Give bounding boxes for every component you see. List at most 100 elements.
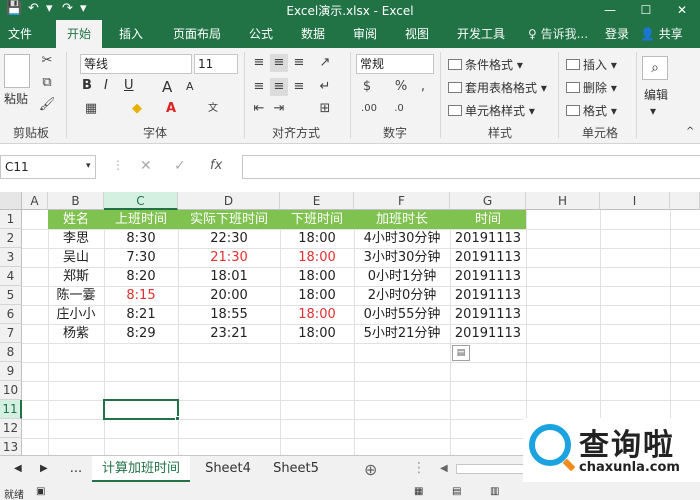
font-color-icon[interactable]: A — [162, 100, 180, 118]
share-button[interactable]: 👤 共享 — [640, 20, 683, 48]
table-header-cell[interactable]: 时间 — [450, 210, 526, 229]
cut-icon[interactable]: ✂ — [38, 52, 56, 70]
column-header-i[interactable]: I — [600, 192, 670, 210]
close-button[interactable]: ✕ — [664, 0, 700, 20]
tab-data[interactable]: 数据 — [292, 20, 334, 48]
tab-review[interactable]: 审阅 — [344, 20, 386, 48]
table-cell[interactable]: 18:55 — [178, 305, 280, 324]
table-cell[interactable]: 8:20 — [104, 267, 178, 286]
sheet-tab-sheet5[interactable]: Sheet5 — [264, 456, 328, 482]
add-sheet-icon[interactable]: ⊕ — [364, 460, 377, 479]
table-cell[interactable]: 郑斯 — [48, 267, 104, 286]
name-box-dropdown-icon[interactable]: ▾ — [86, 161, 91, 171]
tab-view[interactable]: 视图 — [396, 20, 438, 48]
normal-view-icon[interactable]: ▦ — [414, 486, 423, 497]
table-cell[interactable]: 20191113 — [450, 305, 526, 324]
column-header-h[interactable]: H — [526, 192, 600, 210]
column-header-b[interactable]: B — [48, 192, 104, 210]
column-header-d[interactable]: D — [178, 192, 280, 210]
macro-record-icon[interactable]: ▣ — [36, 486, 45, 497]
insert-cells-button[interactable]: 插入 ▾ — [566, 56, 617, 73]
table-header-cell[interactable]: 上班时间 — [104, 210, 178, 229]
copy-icon[interactable]: ⧉ — [38, 74, 56, 92]
table-cell[interactable]: 20191113 — [450, 286, 526, 305]
formula-input[interactable] — [242, 155, 700, 179]
table-cell[interactable]: 18:00 — [280, 324, 354, 343]
table-cell[interactable]: 18:00 — [280, 267, 354, 286]
table-cell[interactable]: 吴山 — [48, 248, 104, 267]
increase-font-icon[interactable]: A — [162, 78, 172, 96]
tab-page-layout[interactable]: 页面布局 — [164, 20, 230, 48]
conditional-format-button[interactable]: 条件格式 ▾ — [448, 56, 523, 73]
table-header-cell[interactable]: 加班时长 — [354, 210, 450, 229]
tab-formulas[interactable]: 公式 — [240, 20, 282, 48]
decrease-decimal-icon[interactable]: .0 — [390, 100, 408, 118]
row-header[interactable]: 7 — [0, 324, 22, 343]
next-sheet-icon[interactable]: ▶ — [40, 463, 48, 474]
name-box[interactable]: C11 — [0, 155, 96, 179]
table-cell[interactable]: 20191113 — [450, 324, 526, 343]
table-cell[interactable]: 陈一霎 — [48, 286, 104, 305]
row-header[interactable]: 10 — [0, 381, 22, 400]
align-top-icon[interactable]: ≡ — [250, 54, 268, 72]
sheet-tab-overtime[interactable]: 计算加班时间 — [92, 456, 190, 482]
tab-home[interactable]: 开始 — [56, 20, 102, 48]
scroll-left-icon[interactable]: ◀ — [440, 463, 448, 474]
delete-cells-button[interactable]: 删除 ▾ — [566, 79, 617, 96]
table-cell[interactable]: 18:00 — [280, 229, 354, 248]
page-break-view-icon[interactable]: ▥ — [490, 486, 499, 497]
border-icon[interactable]: ▦ — [82, 100, 100, 118]
paste-label[interactable]: 粘贴 — [4, 90, 28, 107]
table-cell[interactable]: 20191113 — [450, 267, 526, 286]
table-cell[interactable]: 18:00 — [280, 248, 354, 267]
tab-developer[interactable]: 开发工具 — [448, 20, 514, 48]
active-cell-selection[interactable] — [103, 399, 179, 420]
table-cell[interactable]: 李思 — [48, 229, 104, 248]
currency-icon[interactable]: $ — [358, 78, 376, 96]
column-header-c[interactable]: C — [104, 192, 178, 210]
tab-insert[interactable]: 插入 — [110, 20, 152, 48]
fill-handle[interactable] — [175, 416, 180, 421]
minimize-button[interactable]: — — [592, 0, 628, 20]
table-cell[interactable]: 20:00 — [178, 286, 280, 305]
table-header-cell[interactable]: 姓名 — [48, 210, 104, 229]
editing-dropdown-icon[interactable]: ▾ — [650, 104, 656, 118]
font-name-dropdown[interactable]: 等线 — [80, 54, 192, 74]
row-header[interactable]: 2 — [0, 229, 22, 248]
table-cell[interactable]: 8:29 — [104, 324, 178, 343]
row-header[interactable]: 1 — [0, 210, 22, 229]
row-header[interactable]: 6 — [0, 305, 22, 324]
format-painter-icon[interactable]: 🖌 — [38, 96, 56, 114]
row-header[interactable]: 9 — [0, 362, 22, 381]
increase-indent-icon[interactable]: ⇥ — [270, 100, 288, 118]
row-header[interactable]: 12 — [0, 419, 22, 438]
table-cell[interactable]: 21:30 — [178, 248, 280, 267]
collapse-ribbon-icon[interactable]: ^ — [686, 126, 694, 137]
table-cell[interactable]: 20191113 — [450, 229, 526, 248]
number-format-dropdown[interactable]: 常规 — [356, 54, 434, 74]
font-size-dropdown[interactable]: 11 — [194, 54, 238, 74]
select-all-corner[interactable] — [0, 192, 22, 210]
sheet-more-tab[interactable]: ... — [62, 456, 90, 482]
comma-icon[interactable]: , — [414, 78, 432, 96]
tab-file[interactable]: 文件 — [0, 20, 40, 48]
sheet-tab-sheet4[interactable]: Sheet4 — [196, 456, 260, 482]
align-middle-icon[interactable]: ≡ — [270, 54, 288, 72]
underline-icon[interactable]: U — [124, 78, 134, 93]
format-cells-button[interactable]: 格式 ▾ — [566, 102, 617, 119]
increase-decimal-icon[interactable]: .00 — [360, 100, 378, 118]
page-layout-view-icon[interactable]: ▤ — [452, 486, 461, 497]
column-header-a[interactable]: A — [22, 192, 48, 210]
row-header[interactable]: 3 — [0, 248, 22, 267]
table-format-button[interactable]: 套用表格格式 ▾ — [448, 79, 547, 96]
cell-style-button[interactable]: 单元格样式 ▾ — [448, 102, 535, 119]
cancel-icon[interactable]: ✕ — [140, 158, 152, 174]
column-header-f[interactable]: F — [354, 192, 450, 210]
column-header-e[interactable]: E — [280, 192, 354, 210]
table-cell[interactable]: 庄小小 — [48, 305, 104, 324]
paste-options-icon[interactable]: ▤ — [452, 345, 470, 361]
table-cell[interactable]: 8:30 — [104, 229, 178, 248]
formula-more-icon[interactable]: ⋮ — [112, 158, 124, 172]
scroll-options-icon[interactable]: ⋮ — [412, 460, 426, 476]
worksheet-grid[interactable]: A B C D E F G H I 1 2 3 4 5 6 7 8 9 10 1… — [0, 192, 700, 455]
